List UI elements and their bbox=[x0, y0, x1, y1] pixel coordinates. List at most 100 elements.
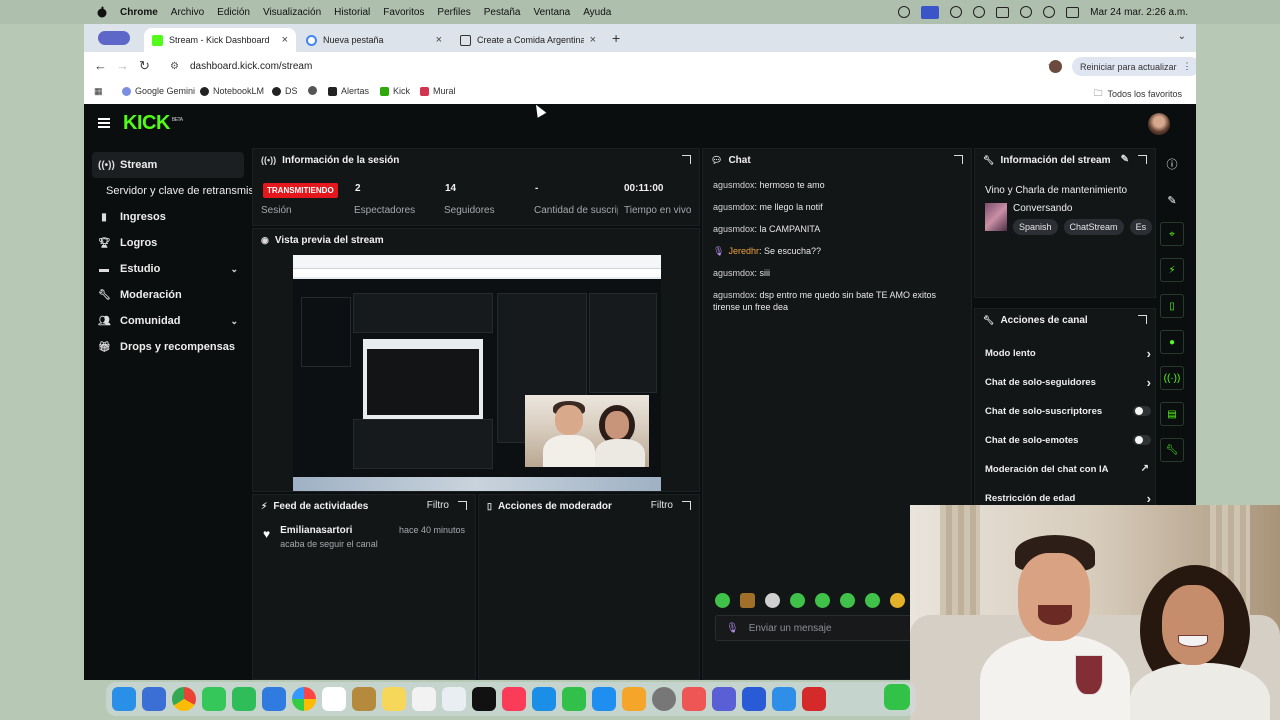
safari-icon[interactable] bbox=[772, 687, 796, 711]
tag[interactable]: Es bbox=[1129, 219, 1153, 235]
sidebar-item-drops[interactable]: 🎁︎ Drops y recompensas bbox=[92, 334, 244, 360]
emote-icon[interactable] bbox=[865, 593, 880, 608]
more-menu-icon[interactable]: ⋮ bbox=[1183, 61, 1192, 72]
menu-ventana[interactable]: Ventana bbox=[533, 7, 570, 18]
info-icon[interactable]: ⓘ bbox=[1160, 152, 1184, 176]
finder-icon[interactable] bbox=[112, 687, 136, 711]
bookmark-alertas[interactable]: Alertas bbox=[328, 86, 369, 96]
expand-icon[interactable] bbox=[458, 501, 467, 510]
music-icon[interactable] bbox=[502, 687, 526, 711]
ai-moderation-row[interactable]: Moderación del chat con IA ↗ bbox=[985, 461, 1151, 477]
menu-app-name[interactable]: Chrome bbox=[120, 7, 158, 18]
menu-favoritos[interactable]: Favoritos bbox=[383, 7, 424, 18]
reminders-icon[interactable] bbox=[412, 687, 436, 711]
menu-visualizacion[interactable]: Visualización bbox=[263, 7, 321, 18]
tab-create-comida[interactable]: Create a Comida Argentina d × bbox=[452, 28, 604, 52]
menu-edicion[interactable]: Edición bbox=[217, 7, 250, 18]
expand-icon[interactable] bbox=[1138, 315, 1147, 324]
apple-tv-icon[interactable] bbox=[472, 687, 496, 711]
expand-icon[interactable] bbox=[954, 155, 963, 164]
sidebar-item-estudio[interactable]: ▬ Estudio ⌄ bbox=[92, 256, 244, 282]
expand-icon[interactable] bbox=[682, 155, 691, 164]
apple-icon[interactable] bbox=[96, 6, 108, 18]
tag[interactable]: ChatStream bbox=[1063, 219, 1124, 235]
emote-icon[interactable] bbox=[840, 593, 855, 608]
freeform-icon[interactable] bbox=[442, 687, 466, 711]
pages-icon[interactable] bbox=[622, 687, 646, 711]
expand-icon[interactable] bbox=[682, 501, 691, 510]
menu-pestana[interactable]: Pestaña bbox=[484, 7, 521, 18]
expand-icon[interactable] bbox=[1138, 155, 1147, 164]
subscribers-only-toggle[interactable] bbox=[1133, 406, 1151, 416]
chat-bubble-icon[interactable]: ● bbox=[1160, 330, 1184, 354]
chat-user[interactable]: Jeredhr bbox=[728, 246, 759, 256]
sidebar-item-comunidad[interactable]: 👥︎ Comunidad ⌄ bbox=[92, 308, 244, 334]
hamburger-menu-icon[interactable] bbox=[98, 118, 110, 128]
calendar-icon[interactable] bbox=[322, 687, 346, 711]
restart-to-update-button[interactable]: Reiniciar para actualizar ⋮ bbox=[1072, 57, 1196, 76]
chat-user[interactable]: agusmdox bbox=[713, 202, 755, 212]
age-restriction-row[interactable]: Restricción de edad › bbox=[985, 490, 1151, 506]
menu-clock[interactable]: Mar 24 mar. 2:26 a.m. bbox=[1090, 7, 1188, 18]
broadcast-icon[interactable]: ((·)) bbox=[1160, 366, 1184, 390]
back-arrow-icon[interactable]: ← bbox=[94, 58, 107, 73]
chat-user[interactable]: agusmdox bbox=[713, 290, 755, 300]
extension-icon[interactable] bbox=[950, 6, 963, 18]
bookmark-ds[interactable]: DS bbox=[272, 86, 298, 96]
battery-icon[interactable] bbox=[996, 6, 1010, 18]
app-store-icon[interactable] bbox=[592, 687, 616, 711]
menu-ayuda[interactable]: Ayuda bbox=[583, 7, 611, 18]
chrome-icon[interactable] bbox=[172, 687, 196, 711]
new-tab-button[interactable]: + bbox=[612, 30, 620, 46]
whatsapp-icon[interactable] bbox=[884, 684, 910, 710]
close-tab-icon[interactable]: × bbox=[590, 34, 596, 46]
sidebar-item-ingresos[interactable]: ▮ Ingresos bbox=[92, 204, 244, 230]
chat-message-input[interactable]: 🎙︎ Enviar un mensaje bbox=[715, 615, 915, 641]
search-icon[interactable] bbox=[1043, 6, 1056, 18]
vscode-icon[interactable] bbox=[742, 687, 766, 711]
screen-share-icon[interactable] bbox=[921, 5, 940, 19]
tab-new-tab[interactable]: Nueva pestaña × bbox=[298, 28, 450, 52]
profile-avatar-icon[interactable] bbox=[1049, 60, 1062, 73]
tab-kick-dashboard[interactable]: Stream - Kick Dashboard × bbox=[144, 28, 296, 52]
control-center-icon[interactable] bbox=[1066, 6, 1080, 18]
play-icon[interactable] bbox=[973, 6, 986, 18]
chat-user[interactable]: agusmdox bbox=[713, 180, 755, 190]
sidebar-item-stream[interactable]: ((•)) Stream bbox=[92, 152, 244, 178]
tab-group-icon[interactable] bbox=[98, 31, 130, 45]
reload-icon[interactable]: ↻ bbox=[139, 58, 150, 74]
site-info-icon[interactable]: ⚙ bbox=[170, 61, 182, 72]
forward-arrow-icon[interactable]: → bbox=[116, 58, 129, 73]
bookmark-notebooklm[interactable]: NotebookLM bbox=[200, 86, 264, 96]
bookmark-gemini[interactable]: Google Gemini bbox=[122, 86, 195, 96]
wrench-icon[interactable]: 🔧︎ bbox=[1160, 438, 1184, 462]
all-bookmarks[interactable]: 🗀 Todos los favoritos bbox=[1093, 86, 1182, 102]
emotes-only-toggle[interactable] bbox=[1133, 435, 1151, 445]
emote-icon[interactable] bbox=[790, 593, 805, 608]
keynote-icon[interactable] bbox=[532, 687, 556, 711]
mail-icon[interactable] bbox=[262, 687, 286, 711]
sidebar-item-logros[interactable]: 🏆︎ Logros bbox=[92, 230, 244, 256]
emote-icon[interactable] bbox=[815, 593, 830, 608]
followers-only-row[interactable]: Chat de solo-seguidores › bbox=[985, 374, 1151, 390]
numbers-icon[interactable] bbox=[562, 687, 586, 711]
edit-pencil-icon[interactable]: ✎ bbox=[1121, 154, 1129, 165]
acrobat-icon[interactable] bbox=[802, 687, 826, 711]
sidebar-item-server-key[interactable]: Servidor y clave de retransmisión bbox=[92, 178, 252, 204]
raid-icon[interactable]: ⌖ bbox=[1160, 222, 1184, 246]
url-text[interactable]: dashboard.kick.com/stream bbox=[190, 61, 312, 72]
tag[interactable]: Spanish bbox=[1013, 219, 1058, 235]
chat-user[interactable]: agusmdox bbox=[713, 268, 755, 278]
user-avatar[interactable] bbox=[1148, 113, 1170, 135]
poll-icon[interactable]: ▤ bbox=[1160, 402, 1184, 426]
feed-filter-button[interactable]: Filtro bbox=[427, 500, 449, 511]
menu-historial[interactable]: Historial bbox=[334, 7, 370, 18]
slow-mode-row[interactable]: Modo lento › bbox=[985, 345, 1151, 361]
notes-icon[interactable] bbox=[382, 687, 406, 711]
bolt-icon[interactable]: ⚡︎ bbox=[1160, 258, 1184, 282]
stream-category[interactable]: Conversando bbox=[1013, 203, 1072, 214]
clipboard-icon[interactable]: ▯ bbox=[1160, 294, 1184, 318]
emote-icon[interactable] bbox=[715, 593, 730, 608]
close-tab-icon[interactable]: × bbox=[282, 34, 288, 46]
teams-icon[interactable] bbox=[712, 687, 736, 711]
